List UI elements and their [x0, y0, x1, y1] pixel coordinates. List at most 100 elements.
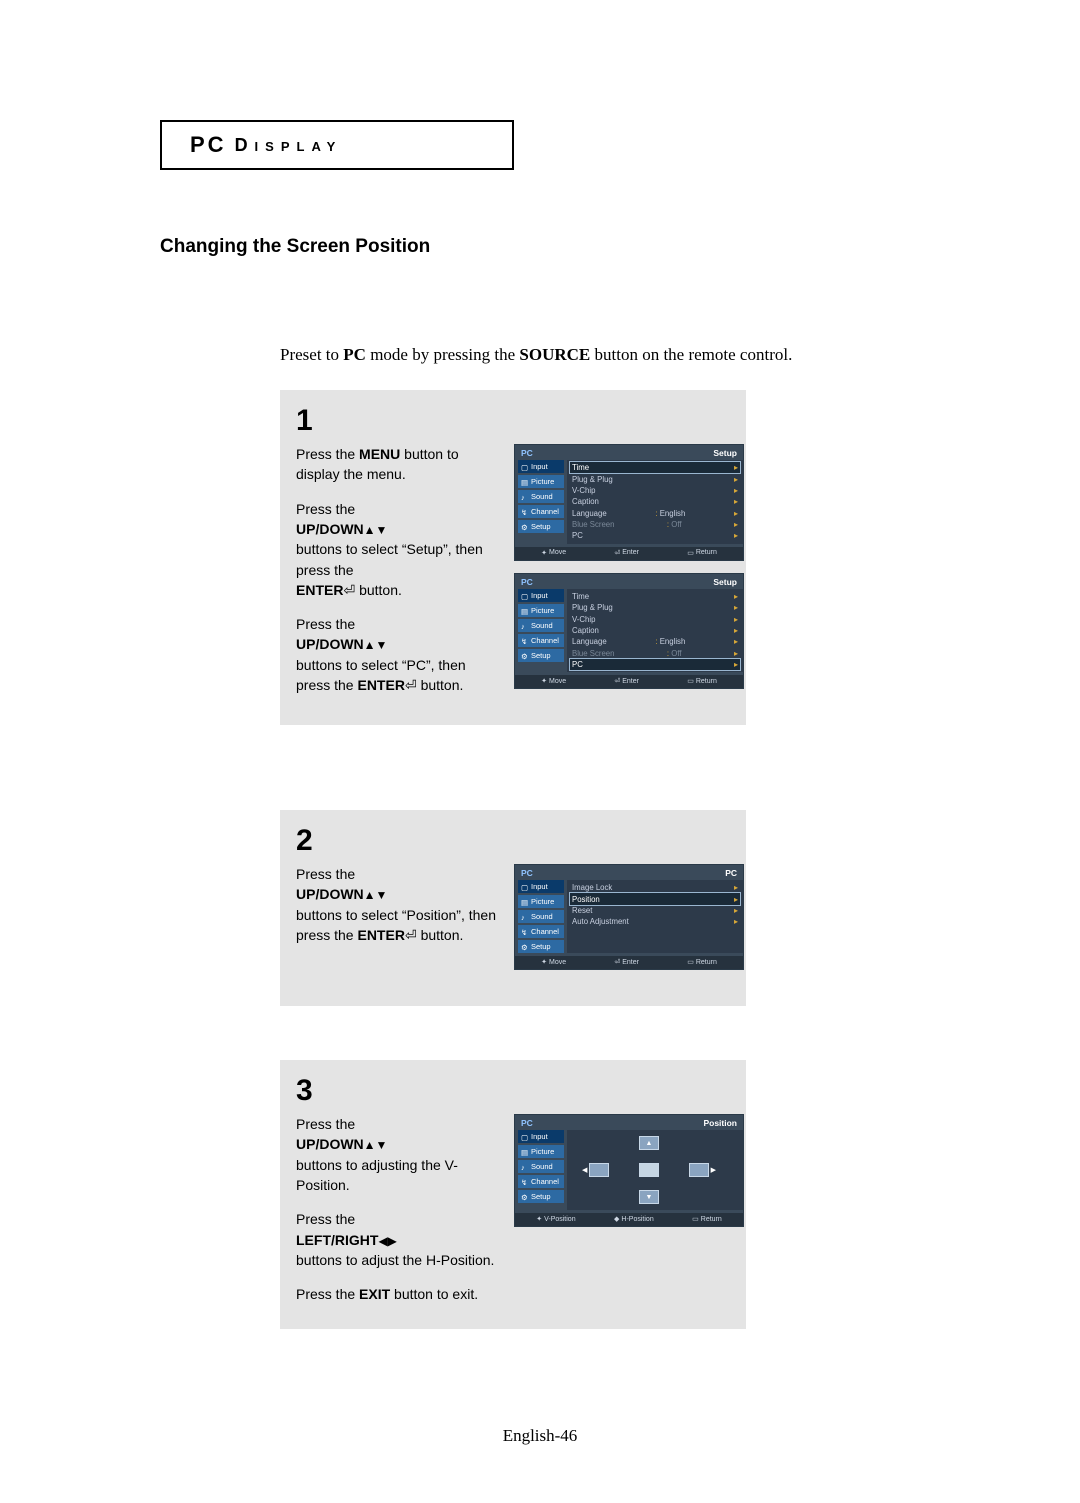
chevron-right-icon: ▸ — [734, 649, 738, 658]
chevron-right-icon: ▸ — [734, 615, 738, 624]
sb-setup: Setup — [531, 1192, 551, 1201]
menu-row-bluescreen: Blue Screen: Off▸ — [570, 519, 740, 530]
leftright-arrows-icon: ◀▶ — [378, 1234, 396, 1248]
preset-source: SOURCE — [519, 345, 590, 364]
menu-row-imagelock: Image Lock▸ — [570, 882, 740, 893]
page-title-pc: PC — [190, 132, 227, 158]
chevron-right-icon: ▸ — [734, 906, 738, 915]
menu-row-vchip: V-Chip▸ — [570, 613, 740, 624]
label-updown-3: UP/DOWN — [296, 886, 364, 902]
sb-sound: Sound — [531, 621, 553, 630]
foot-return: Return — [696, 959, 717, 966]
sb-channel: Channel — [531, 636, 559, 645]
position-up-button: ▲ — [639, 1136, 659, 1150]
step3-p3b: button to exit. — [390, 1286, 478, 1302]
chevron-right-icon: ▸ — [734, 486, 738, 495]
step-2-number: 2 — [296, 824, 730, 858]
picture-icon: ▤ — [521, 898, 529, 905]
osd-setup-pc: PC Setup ▢Input ▤Picture ♪Sound ↯Channel… — [514, 573, 744, 690]
updown-arrows-icon: ▲▼ — [364, 523, 388, 537]
mr-language-val: English — [660, 637, 686, 646]
sound-icon: ♪ — [521, 493, 529, 500]
foot-return: Return — [701, 1216, 722, 1223]
osd-menu-setup: Time▸ Plug & Plug▸ V-Chip▸ Caption▸ Lang… — [567, 460, 743, 544]
channel-icon: ↯ — [521, 928, 529, 935]
menu-row-pc: PC▸ — [570, 530, 740, 541]
mr-position: Position — [572, 895, 600, 904]
page-footer: English-46 — [0, 1426, 1080, 1446]
sound-icon: ♪ — [521, 1163, 529, 1170]
sidebar-item-picture: ▤Picture — [518, 895, 564, 908]
position-left-button: ◀ — [589, 1163, 609, 1177]
picture-icon: ▤ — [521, 478, 529, 485]
sidebar-item-setup: ⚙Setup — [518, 940, 564, 953]
mr-language-val: English — [660, 509, 686, 518]
input-icon: ▢ — [521, 592, 529, 599]
section-heading: Changing the Screen Position — [160, 236, 430, 258]
step1-p2c: button. — [359, 582, 402, 598]
setup-icon: ⚙ — [521, 1193, 529, 1200]
mr-pc: PC — [572, 660, 583, 669]
menu-row-pc: PC▸ — [570, 659, 740, 670]
triangle-up-icon: ▲ — [646, 1140, 653, 1147]
sidebar-item-input: ▢Input — [518, 1130, 564, 1143]
sb-setup: Setup — [531, 942, 551, 951]
mr-time: Time — [572, 463, 589, 472]
setup-icon: ⚙ — [521, 523, 529, 530]
label-menu: MENU — [359, 446, 400, 462]
sb-sound: Sound — [531, 1162, 553, 1171]
chevron-right-icon: ▸ — [734, 531, 738, 540]
step1-p3a: Press the — [296, 616, 355, 632]
osd-hdr-right-pc: PC — [725, 868, 737, 878]
position-center-indicator — [639, 1163, 659, 1177]
sb-input: Input — [531, 1132, 548, 1141]
step-2: 2 Press the UP/DOWN▲▼ buttons to select … — [280, 810, 746, 1006]
input-icon: ▢ — [521, 463, 529, 470]
osd-sidebar: ▢Input ▤Picture ♪Sound ↯Channel ⚙Setup — [518, 589, 564, 673]
mr-blue-val: Off — [671, 520, 681, 529]
enter-icon: ⏎ — [343, 582, 355, 598]
sidebar-item-input: ▢Input — [518, 589, 564, 602]
sidebar-item-setup: ⚙Setup — [518, 520, 564, 533]
chevron-right-icon: ▸ — [734, 637, 738, 646]
preset-pre: Preset to — [280, 345, 343, 364]
page-title-display: Display — [235, 135, 343, 156]
sb-input: Input — [531, 462, 548, 471]
menu-row-time: Time▸ — [570, 462, 740, 473]
osd-hdr-left: PC — [521, 448, 533, 458]
mr-caption: Caption — [572, 626, 599, 635]
move-icon: ✦ — [541, 958, 547, 966]
step-2-text: Press the UP/DOWN▲▼ buttons to select “P… — [296, 864, 496, 982]
sidebar-item-setup: ⚙Setup — [518, 1190, 564, 1203]
step-1: 1 Press the MENU button to display the m… — [280, 390, 746, 725]
foot-vpos: V-Position — [544, 1216, 576, 1223]
sound-icon: ♪ — [521, 913, 529, 920]
sb-picture: Picture — [531, 477, 554, 486]
updown-arrows-icon: ▲▼ — [364, 638, 388, 652]
sidebar-item-input: ▢Input — [518, 460, 564, 473]
sidebar-item-channel: ↯Channel — [518, 634, 564, 647]
osd-footer: ✦Move ⏎Enter ▭Return — [515, 675, 743, 688]
mr-language: Language — [572, 637, 607, 646]
position-down-button: ▼ — [639, 1190, 659, 1204]
chevron-right-icon: ▸ — [734, 883, 738, 892]
label-updown-4: UP/DOWN — [296, 1136, 364, 1152]
menu-row-language: Language: English▸ — [570, 636, 740, 647]
mr-language: Language — [572, 509, 607, 518]
sb-input: Input — [531, 882, 548, 891]
step1-p2a: Press the — [296, 501, 355, 517]
foot-move: Move — [549, 678, 566, 685]
foot-return: Return — [696, 678, 717, 685]
osd-footer-position: ✦V-Position ◆H-Position ▭Return — [515, 1213, 743, 1226]
picture-icon: ▤ — [521, 1148, 529, 1155]
position-right-button: ▶ — [689, 1163, 709, 1177]
enter-icon: ⏎ — [405, 927, 417, 943]
mr-blue: Blue Screen — [572, 520, 614, 529]
move-icon: ✦ — [541, 677, 547, 685]
label-updown-2: UP/DOWN — [296, 636, 364, 652]
channel-icon: ↯ — [521, 637, 529, 644]
chevron-right-icon: ▸ — [734, 603, 738, 612]
vpos-icon: ✦ — [536, 1215, 542, 1223]
sidebar-item-picture: ▤Picture — [518, 604, 564, 617]
chevron-right-icon: ▸ — [734, 592, 738, 601]
